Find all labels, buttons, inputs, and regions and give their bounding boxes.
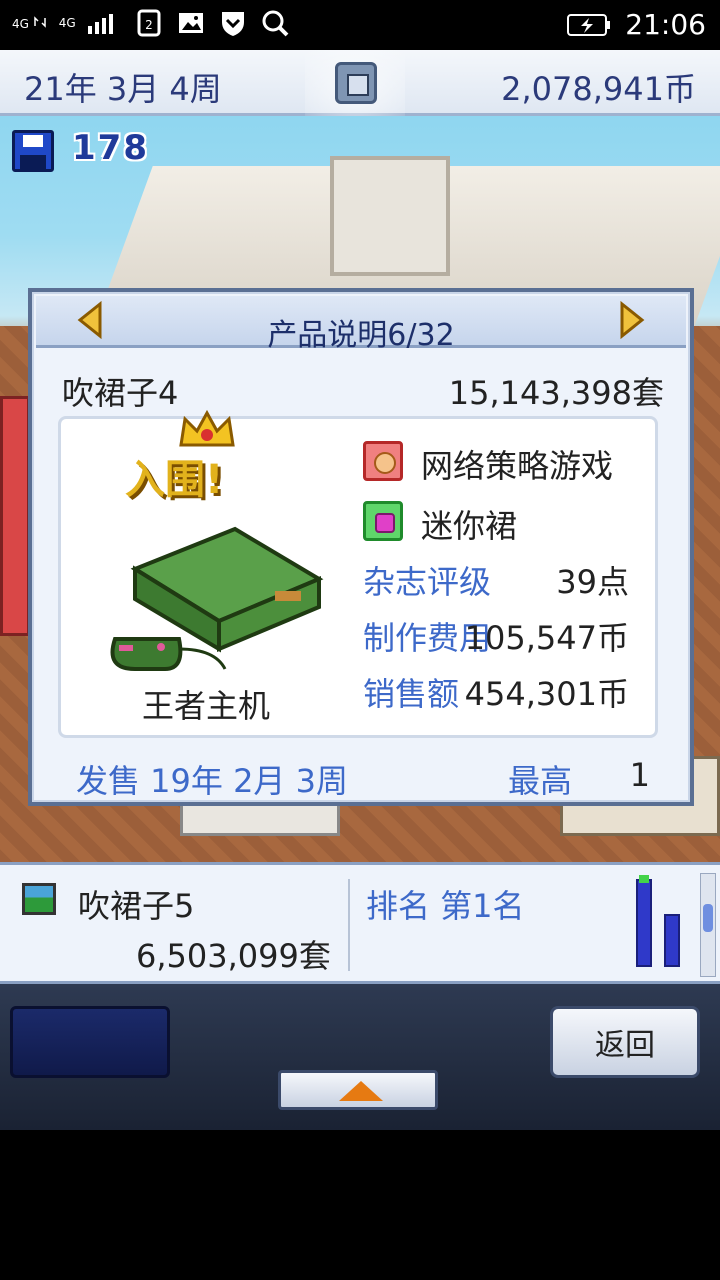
status-right: 21:06 <box>567 8 706 41</box>
research-points: 178 <box>72 128 149 168</box>
bottom-controls: 返回 <box>0 984 720 1130</box>
money-display: 2,078,941币 <box>501 70 696 108</box>
panel-scrollbar[interactable] <box>700 873 716 977</box>
expand-up-button[interactable] <box>278 1070 438 1110</box>
game-title: 吹裙子4 <box>62 374 179 412</box>
building-tower <box>330 156 450 276</box>
sales-bar-2 <box>664 914 680 967</box>
product-thumbnail-icon <box>22 883 56 915</box>
type-label: 迷你裙 <box>421 507 518 545</box>
revenue-value: 454,301币 <box>464 675 629 713</box>
type-icon <box>363 501 403 541</box>
signal-bars-icon <box>87 14 113 34</box>
genre-label: 网络策略游戏 <box>421 447 614 485</box>
floppy-disk-icon <box>12 130 54 172</box>
platform-name: 王者主机 <box>141 687 270 725</box>
magazine-rating-value: 39点 <box>556 563 629 601</box>
shield-icon <box>221 12 244 36</box>
game-console-icon <box>110 526 324 671</box>
genre-icon <box>363 441 403 481</box>
game-date: 21年 3月 4周 <box>24 70 222 108</box>
crown-icon <box>179 409 235 447</box>
scrollbar-thumb[interactable] <box>703 904 713 932</box>
hall-of-fame-label: 入围! <box>125 457 224 503</box>
dialog-title: 产品说明6/32 <box>267 318 455 353</box>
panel-divider <box>348 879 350 971</box>
back-button[interactable]: 返回 <box>550 1006 700 1078</box>
sales-bar-1 <box>636 875 652 967</box>
network-label-2: 4G <box>58 15 76 30</box>
next-arrow-icon[interactable] <box>614 300 648 340</box>
revenue-label: 销售额 <box>363 675 460 713</box>
magazine-rating-label: 杂志评级 <box>363 563 492 601</box>
best-rank-value: 1 <box>629 756 650 794</box>
release-date: 发售 19年 2月 3周 <box>76 762 348 800</box>
sim-card-icon: 2 <box>137 9 161 37</box>
product-details: 入围! 王者主机 网络策略游戏 迷你裙 杂志评级 39点 制作费用 105,54… <box>58 409 658 738</box>
status-bar: 4G 4G 2 21:06 <box>0 0 720 50</box>
game-total-sales: 15,143,398套 <box>448 374 664 412</box>
screen-bottom <box>0 1130 720 1280</box>
best-rank-label: 最高 <box>508 762 573 800</box>
gallery-icon <box>178 13 203 33</box>
svg-text:2: 2 <box>145 18 153 32</box>
network-label-1: 4G <box>12 16 29 31</box>
network-indicator-2: 4G <box>58 15 76 30</box>
search-sync-icon <box>262 10 289 37</box>
up-arrow-icon <box>339 1081 383 1101</box>
network-indicator-1: 4G <box>12 15 47 31</box>
signal-arrows-icon <box>34 15 46 28</box>
clock: 21:06 <box>625 8 706 41</box>
current-product-panel[interactable]: 吹裙子5 6,503,099套 排名 第1名 <box>0 862 720 984</box>
current-product-rank: 排名 第1名 <box>366 887 525 925</box>
battery-icon <box>567 13 611 36</box>
left-action-button[interactable] <box>10 1006 170 1078</box>
dev-cost-value: 105,547币 <box>464 619 629 657</box>
product-dialog: 产品说明6/32 吹裙子4 15,143,398套 入围! 王者主机 网络策略游… <box>28 288 694 806</box>
game-top-bar: 21年 3月 4周 2,078,941币 <box>0 50 720 130</box>
dialog-header: 产品说明6/32 <box>36 296 686 353</box>
vending-machine <box>0 396 30 636</box>
menu-center-button[interactable] <box>335 62 377 104</box>
status-left: 4G 4G 2 <box>12 8 290 38</box>
current-product-sales: 6,503,099套 <box>136 937 331 975</box>
current-product-name: 吹裙子5 <box>78 887 195 925</box>
